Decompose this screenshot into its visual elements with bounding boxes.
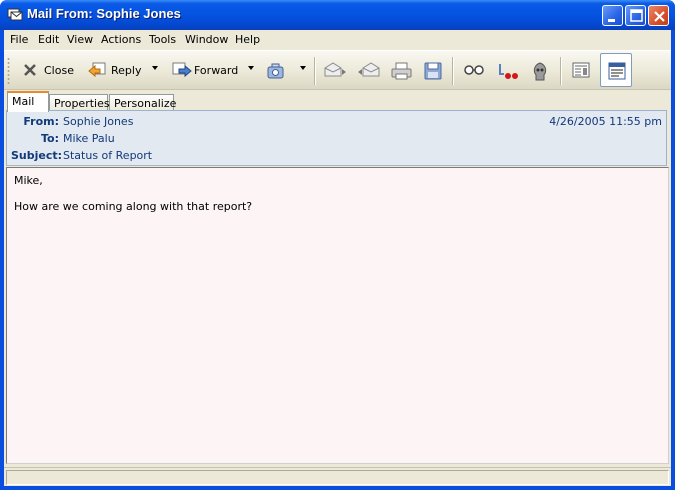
forward-icon (172, 62, 192, 81)
reply-button[interactable]: Reply (84, 55, 146, 85)
glasses-icon (463, 62, 485, 79)
close-window-button[interactable] (648, 5, 669, 26)
mail-envelope-icon (7, 8, 23, 22)
menu-file[interactable]: File (10, 33, 28, 46)
subject-value: Status of Report (63, 149, 153, 162)
menu-tools[interactable]: Tools (149, 33, 176, 46)
junk-mail-icon (530, 62, 550, 85)
body-greeting: Mike, (14, 174, 43, 187)
from-value[interactable]: Sophie Jones (63, 115, 133, 128)
send-options-button[interactable] (262, 55, 286, 85)
menu-actions[interactable]: Actions (101, 33, 141, 46)
menu-bar: File Edit View Actions Tools Window Help (4, 30, 671, 49)
close-x-icon (22, 62, 38, 81)
view-header-button[interactable] (566, 55, 596, 85)
status-pane (6, 470, 669, 485)
read-later-button[interactable] (459, 55, 487, 85)
view-message-icon (608, 62, 626, 83)
toolbar: Close Reply Forward (4, 50, 671, 90)
mark-unread-button[interactable] (492, 55, 520, 85)
reply-icon (88, 62, 106, 81)
toolbar-separator (314, 57, 316, 85)
organizer-icon (266, 62, 286, 83)
junk-mail-button[interactable] (526, 55, 552, 85)
mail-window: Mail From: Sophie Jones File Edit View A… (0, 0, 675, 490)
client-area: File Edit View Actions Tools Window Help… (4, 30, 671, 486)
menu-view[interactable]: View (67, 33, 93, 46)
print-button[interactable] (387, 55, 413, 85)
subject-label: Subject: (11, 149, 63, 162)
from-label: From: (23, 115, 59, 128)
body-text: How are we coming along with that report… (14, 200, 253, 213)
message-body[interactable]: Mike, How are we coming along with that … (6, 167, 669, 464)
menu-help[interactable]: Help (235, 33, 260, 46)
tab-mail[interactable]: Mail (7, 91, 49, 112)
to-label: To: (41, 132, 59, 145)
menu-edit[interactable]: Edit (38, 33, 59, 46)
send-options-dropdown-arrow[interactable] (300, 66, 306, 70)
minimize-button[interactable] (602, 5, 623, 26)
minimize-icon (608, 19, 615, 22)
mail-next-icon (324, 62, 346, 81)
mail-previous-icon (358, 62, 380, 81)
tab-properties[interactable]: Properties (49, 94, 110, 111)
tab-personalize[interactable]: Personalize (109, 94, 176, 111)
close-button[interactable]: Close (18, 55, 74, 85)
view-header-icon (572, 62, 590, 81)
menu-window[interactable]: Window (185, 33, 228, 46)
close-icon (654, 11, 665, 22)
forward-dropdown-arrow[interactable] (248, 66, 254, 70)
to-value[interactable]: Mike Palu (63, 132, 115, 145)
title-bar[interactable]: Mail From: Sophie Jones (0, 0, 675, 30)
forward-button[interactable]: Forward (168, 55, 240, 85)
reply-dropdown-arrow[interactable] (152, 66, 158, 70)
printer-icon (391, 62, 413, 83)
window-title: Mail From: Sophie Jones (27, 6, 181, 21)
toolbar-grip[interactable] (7, 57, 10, 85)
status-bar (4, 467, 671, 486)
close-label: Close (44, 64, 74, 77)
maximize-icon (630, 9, 643, 22)
message-header: From: Sophie Jones 4/26/2005 11:55 pm To… (6, 110, 667, 166)
next-message-button[interactable] (320, 55, 346, 85)
reply-label: Reply (111, 64, 142, 77)
save-button[interactable] (420, 55, 444, 85)
floppy-disk-icon (424, 62, 442, 83)
toolbar-separator (560, 57, 562, 85)
previous-message-button[interactable] (354, 55, 380, 85)
tab-bar: Mail Properties Personalize (4, 91, 671, 112)
maximize-button[interactable] (625, 5, 646, 26)
message-date: 4/26/2005 11:55 pm (549, 115, 662, 128)
view-message-button[interactable] (600, 53, 632, 87)
forward-label: Forward (194, 64, 239, 77)
mark-unread-icon (496, 62, 520, 83)
toolbar-separator (452, 57, 454, 85)
